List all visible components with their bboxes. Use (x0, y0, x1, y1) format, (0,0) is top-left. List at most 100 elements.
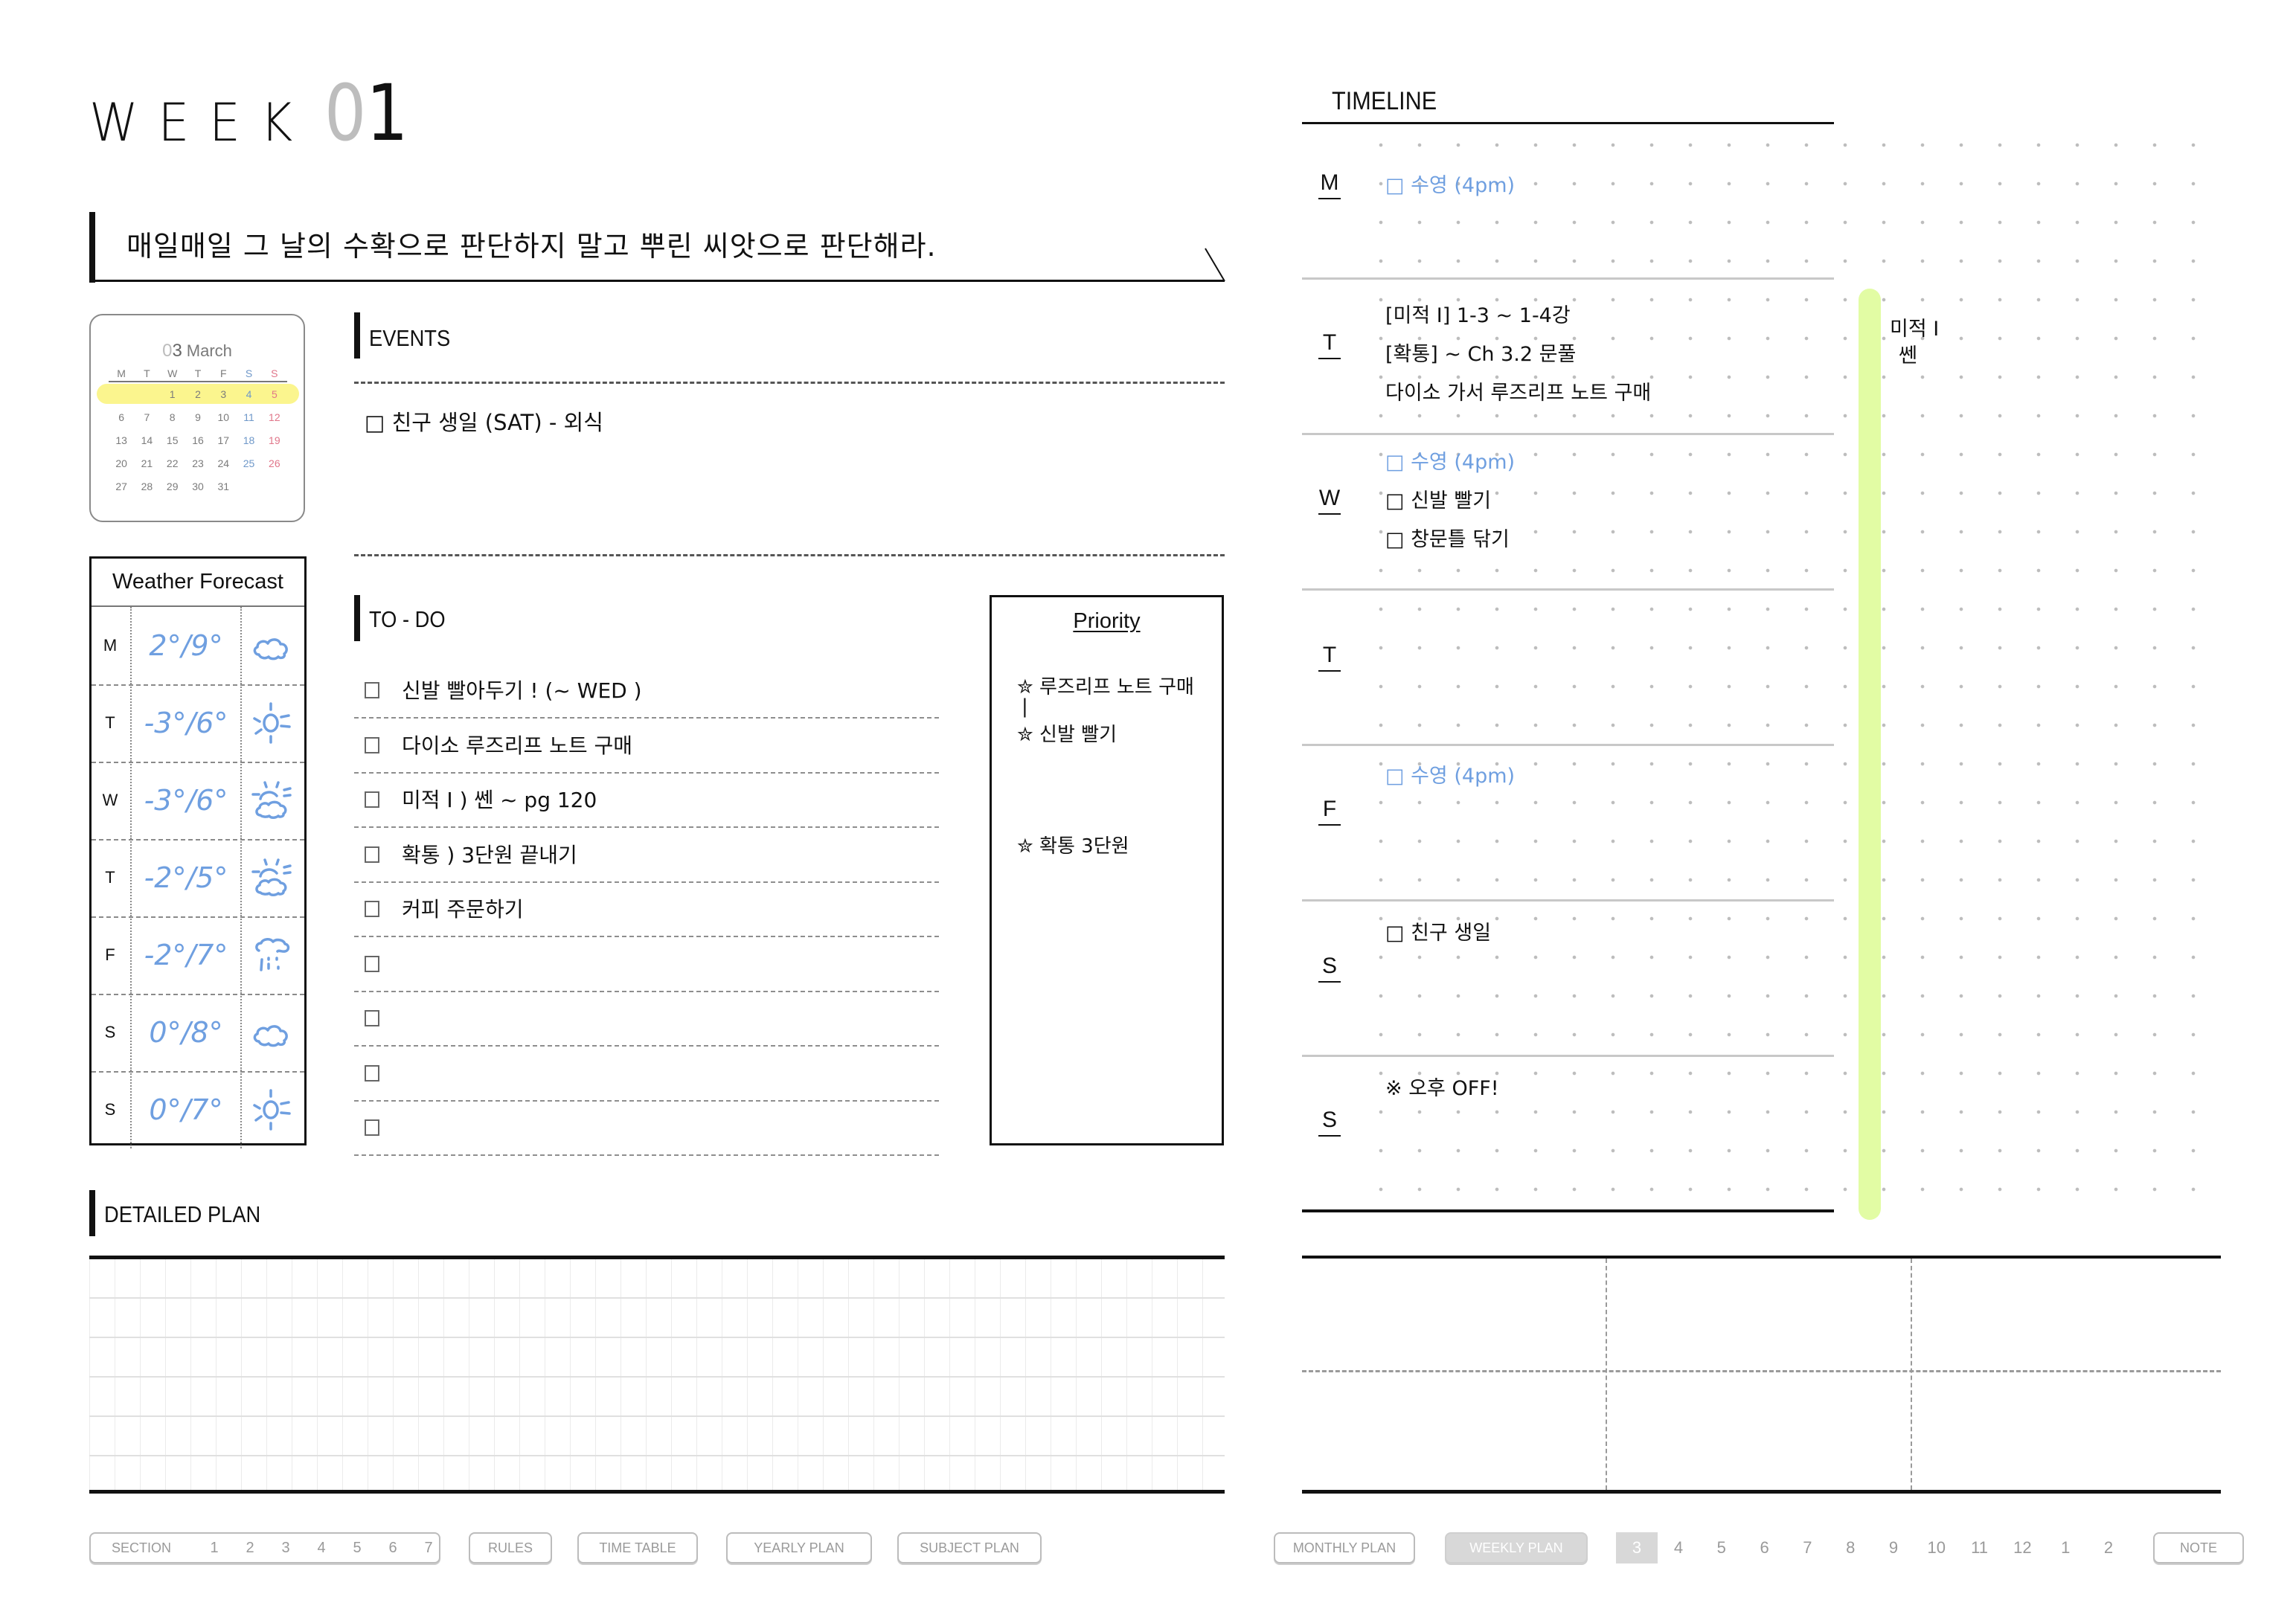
month-tab[interactable]: 6 (1748, 1532, 1781, 1563)
calendar-day[interactable]: 12 (262, 411, 287, 423)
timeline-note[interactable]: □ 창문틀 닦기 (1385, 523, 1510, 552)
timeline-day-row[interactable]: S □ 친구 생일 (1302, 902, 1834, 1057)
todo-checkbox[interactable] (365, 791, 379, 808)
calendar-day[interactable]: 18 (236, 434, 261, 446)
calendar-day[interactable]: 24 (211, 457, 236, 469)
weather-temperature[interactable]: -3°/6° (130, 762, 242, 839)
timeline-note[interactable]: □ 수영 (4pm) (1385, 446, 1515, 475)
timeline-day-row[interactable]: T [미적 I] 1-3 ~ 1-4강 [확통] ~ Ch 3.2 문풀 다이소 가서… (1302, 280, 1834, 435)
calendar-day[interactable]: 5 (262, 388, 287, 400)
timeline-note[interactable]: □ 수영 (4pm) (1385, 759, 1515, 788)
todo-checkbox[interactable] (365, 736, 379, 753)
calendar-day[interactable]: 16 (185, 434, 211, 446)
quote-text[interactable]: 매일매일 그 날의 수확으로 판단하지 말고 뿌린 씨앗으로 판단해라. (126, 223, 937, 264)
weather-temperature[interactable]: 0°/7° (130, 1071, 242, 1148)
timeline-note[interactable]: 다이소 가서 루즈리프 노트 구매 (1385, 376, 1651, 405)
month-tab[interactable]: 3 (1616, 1532, 1658, 1563)
note-button[interactable]: NOTE (2153, 1532, 2244, 1563)
monthly-plan-button[interactable]: MONTHLY PLAN (1274, 1532, 1415, 1563)
month-tab[interactable]: 9 (1877, 1532, 1910, 1563)
calendar-day[interactable]: 6 (109, 411, 134, 423)
weather-temperature[interactable]: -3°/6° (130, 684, 242, 762)
calendar-day[interactable]: 29 (160, 481, 185, 492)
month-tab[interactable]: 8 (1834, 1532, 1867, 1563)
weather-temperature[interactable]: -2°/7° (130, 916, 242, 994)
todo-checkbox[interactable] (365, 901, 379, 917)
calendar-day[interactable]: 26 (262, 457, 287, 469)
todo-checkbox[interactable] (365, 682, 379, 698)
month-tab[interactable]: 11 (1963, 1532, 1996, 1563)
timeline-note[interactable]: □ 친구 생일 (1385, 916, 1491, 945)
section-number-link[interactable]: 3 (268, 1540, 304, 1557)
subject-plan-button[interactable]: SUBJECT PLAN (897, 1532, 1042, 1563)
weekly-plan-button[interactable]: WEEKLY PLAN (1445, 1532, 1588, 1563)
calendar-day[interactable]: 8 (160, 411, 185, 423)
mini-calendar[interactable]: 03 March M T W T F S S 1 2 3 4 5 6 7 8 9 10 11 12 13 1… (89, 314, 305, 522)
weather-temperature[interactable]: 2°/9° (130, 607, 242, 684)
notes-table[interactable] (1302, 1256, 2221, 1494)
calendar-day[interactable]: 1 (160, 388, 185, 400)
timeline-note[interactable]: [확통] ~ Ch 3.2 문풀 (1385, 338, 1576, 367)
calendar-day[interactable]: 9 (185, 411, 211, 423)
section-number-link[interactable]: 7 (411, 1540, 446, 1557)
calendar-day[interactable]: 28 (134, 481, 159, 492)
calendar-day[interactable]: 10 (211, 411, 236, 423)
timeline-day-row[interactable]: F □ 수영 (4pm) (1302, 746, 1834, 902)
todo-text[interactable]: 다이소 루즈리프 노트 구매 (402, 730, 632, 759)
month-tab[interactable]: 4 (1662, 1532, 1695, 1563)
month-tab[interactable]: 12 (2006, 1532, 2039, 1563)
month-tab[interactable]: 7 (1791, 1532, 1824, 1563)
calendar-day[interactable]: 4 (236, 388, 261, 400)
calendar-day[interactable]: 31 (211, 481, 236, 492)
todo-checkbox[interactable] (365, 1064, 379, 1082)
calendar-day[interactable]: 13 (109, 434, 134, 446)
priority-item[interactable]: ✮ 신발 빨기 (1017, 719, 1117, 747)
timeline-day-row[interactable]: T (1302, 591, 1834, 746)
calendar-day[interactable]: 23 (185, 457, 211, 469)
yearly-plan-button[interactable]: YEARLY PLAN (726, 1532, 872, 1563)
timeline-day-row[interactable]: S ※ 오후 OFF! (1302, 1057, 1834, 1212)
calendar-day[interactable]: 17 (211, 434, 236, 446)
calendar-day[interactable]: 22 (160, 457, 185, 469)
weather-temperature[interactable]: -2°/5° (130, 839, 242, 916)
calendar-day[interactable]: 21 (134, 457, 159, 469)
timeline-side-note[interactable]: 미적 I 쎈 (1890, 316, 1939, 370)
timeline-note[interactable]: □ 신발 빨기 (1385, 484, 1491, 513)
calendar-day[interactable]: 19 (262, 434, 287, 446)
todo-text[interactable]: 미적 I ) 쎈 ~ pg 120 (402, 784, 597, 814)
time-table-button[interactable]: TIME TABLE (577, 1532, 698, 1563)
detailed-plan-grid[interactable] (89, 1256, 1225, 1494)
calendar-day[interactable]: 7 (134, 411, 159, 423)
todo-text[interactable]: 확통 ) 3단원 끝내기 (402, 839, 577, 869)
todo-checkbox[interactable] (365, 1119, 379, 1136)
timeline-note[interactable]: ※ 오후 OFF! (1385, 1072, 1499, 1101)
calendar-day[interactable]: 25 (236, 457, 261, 469)
timeline-day-row[interactable]: W □ 수영 (4pm) □ 신발 빨기 □ 창문틀 닦기 (1302, 435, 1834, 591)
todo-text[interactable]: 커피 주문하기 (402, 893, 523, 923)
todo-checkbox[interactable] (365, 846, 379, 863)
section-number-link[interactable]: 5 (339, 1540, 375, 1557)
calendar-day[interactable]: 3 (211, 388, 236, 400)
timeline-day-row[interactable]: M □ 수영 (4pm) (1302, 124, 1834, 280)
calendar-day[interactable]: 27 (109, 481, 134, 492)
section-number-link[interactable]: 2 (232, 1540, 268, 1557)
timeline-note[interactable]: [미적 I] 1-3 ~ 1-4강 (1385, 299, 1571, 328)
month-tab[interactable]: 2 (2092, 1532, 2125, 1563)
todo-text[interactable]: 신발 빨아두기 ! (~ WED ) (402, 675, 642, 704)
month-tab[interactable]: 1 (2049, 1532, 2082, 1563)
priority-item[interactable]: ✮ 확통 3단원 (1017, 831, 1129, 858)
month-tab[interactable]: 5 (1705, 1532, 1738, 1563)
timeline-note[interactable]: □ 수영 (4pm) (1385, 169, 1515, 198)
calendar-day[interactable]: 15 (160, 434, 185, 446)
month-tab[interactable]: 10 (1920, 1532, 1953, 1563)
section-number-link[interactable]: 4 (304, 1540, 339, 1557)
calendar-day[interactable]: 14 (134, 434, 159, 446)
calendar-day[interactable]: 2 (185, 388, 211, 400)
calendar-day[interactable]: 11 (236, 411, 261, 423)
todo-checkbox[interactable] (365, 1010, 379, 1026)
weather-temperature[interactable]: 0°/8° (130, 994, 242, 1071)
calendar-day[interactable]: 20 (109, 457, 134, 469)
calendar-day[interactable]: 30 (185, 481, 211, 492)
todo-checkbox[interactable] (365, 955, 379, 972)
priority-item[interactable]: ✮ 루즈리프 노트 구매 (1017, 672, 1194, 699)
